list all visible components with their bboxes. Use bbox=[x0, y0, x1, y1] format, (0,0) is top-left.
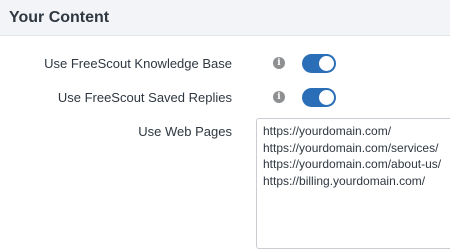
settings-panel: Your Content Use FreeScout Knowledge Bas… bbox=[0, 0, 450, 250]
saved-replies-label: Use FreeScout Saved Replies bbox=[57, 90, 232, 105]
web-pages-textarea[interactable]: https://yourdomain.com/ https://yourdoma… bbox=[256, 118, 450, 249]
saved-replies-toggle[interactable] bbox=[302, 88, 336, 107]
section-header: Your Content bbox=[0, 0, 450, 36]
info-icon[interactable]: i bbox=[273, 91, 285, 103]
knowledge-base-toggle[interactable] bbox=[302, 54, 336, 73]
section-title: Your Content bbox=[9, 9, 110, 26]
web-pages-label: Use Web Pages bbox=[138, 124, 232, 139]
toggle-knob bbox=[319, 56, 334, 71]
info-icon[interactable]: i bbox=[273, 57, 285, 69]
knowledge-base-label: Use FreeScout Knowledge Base bbox=[44, 56, 232, 71]
toggle-knob bbox=[319, 90, 334, 105]
